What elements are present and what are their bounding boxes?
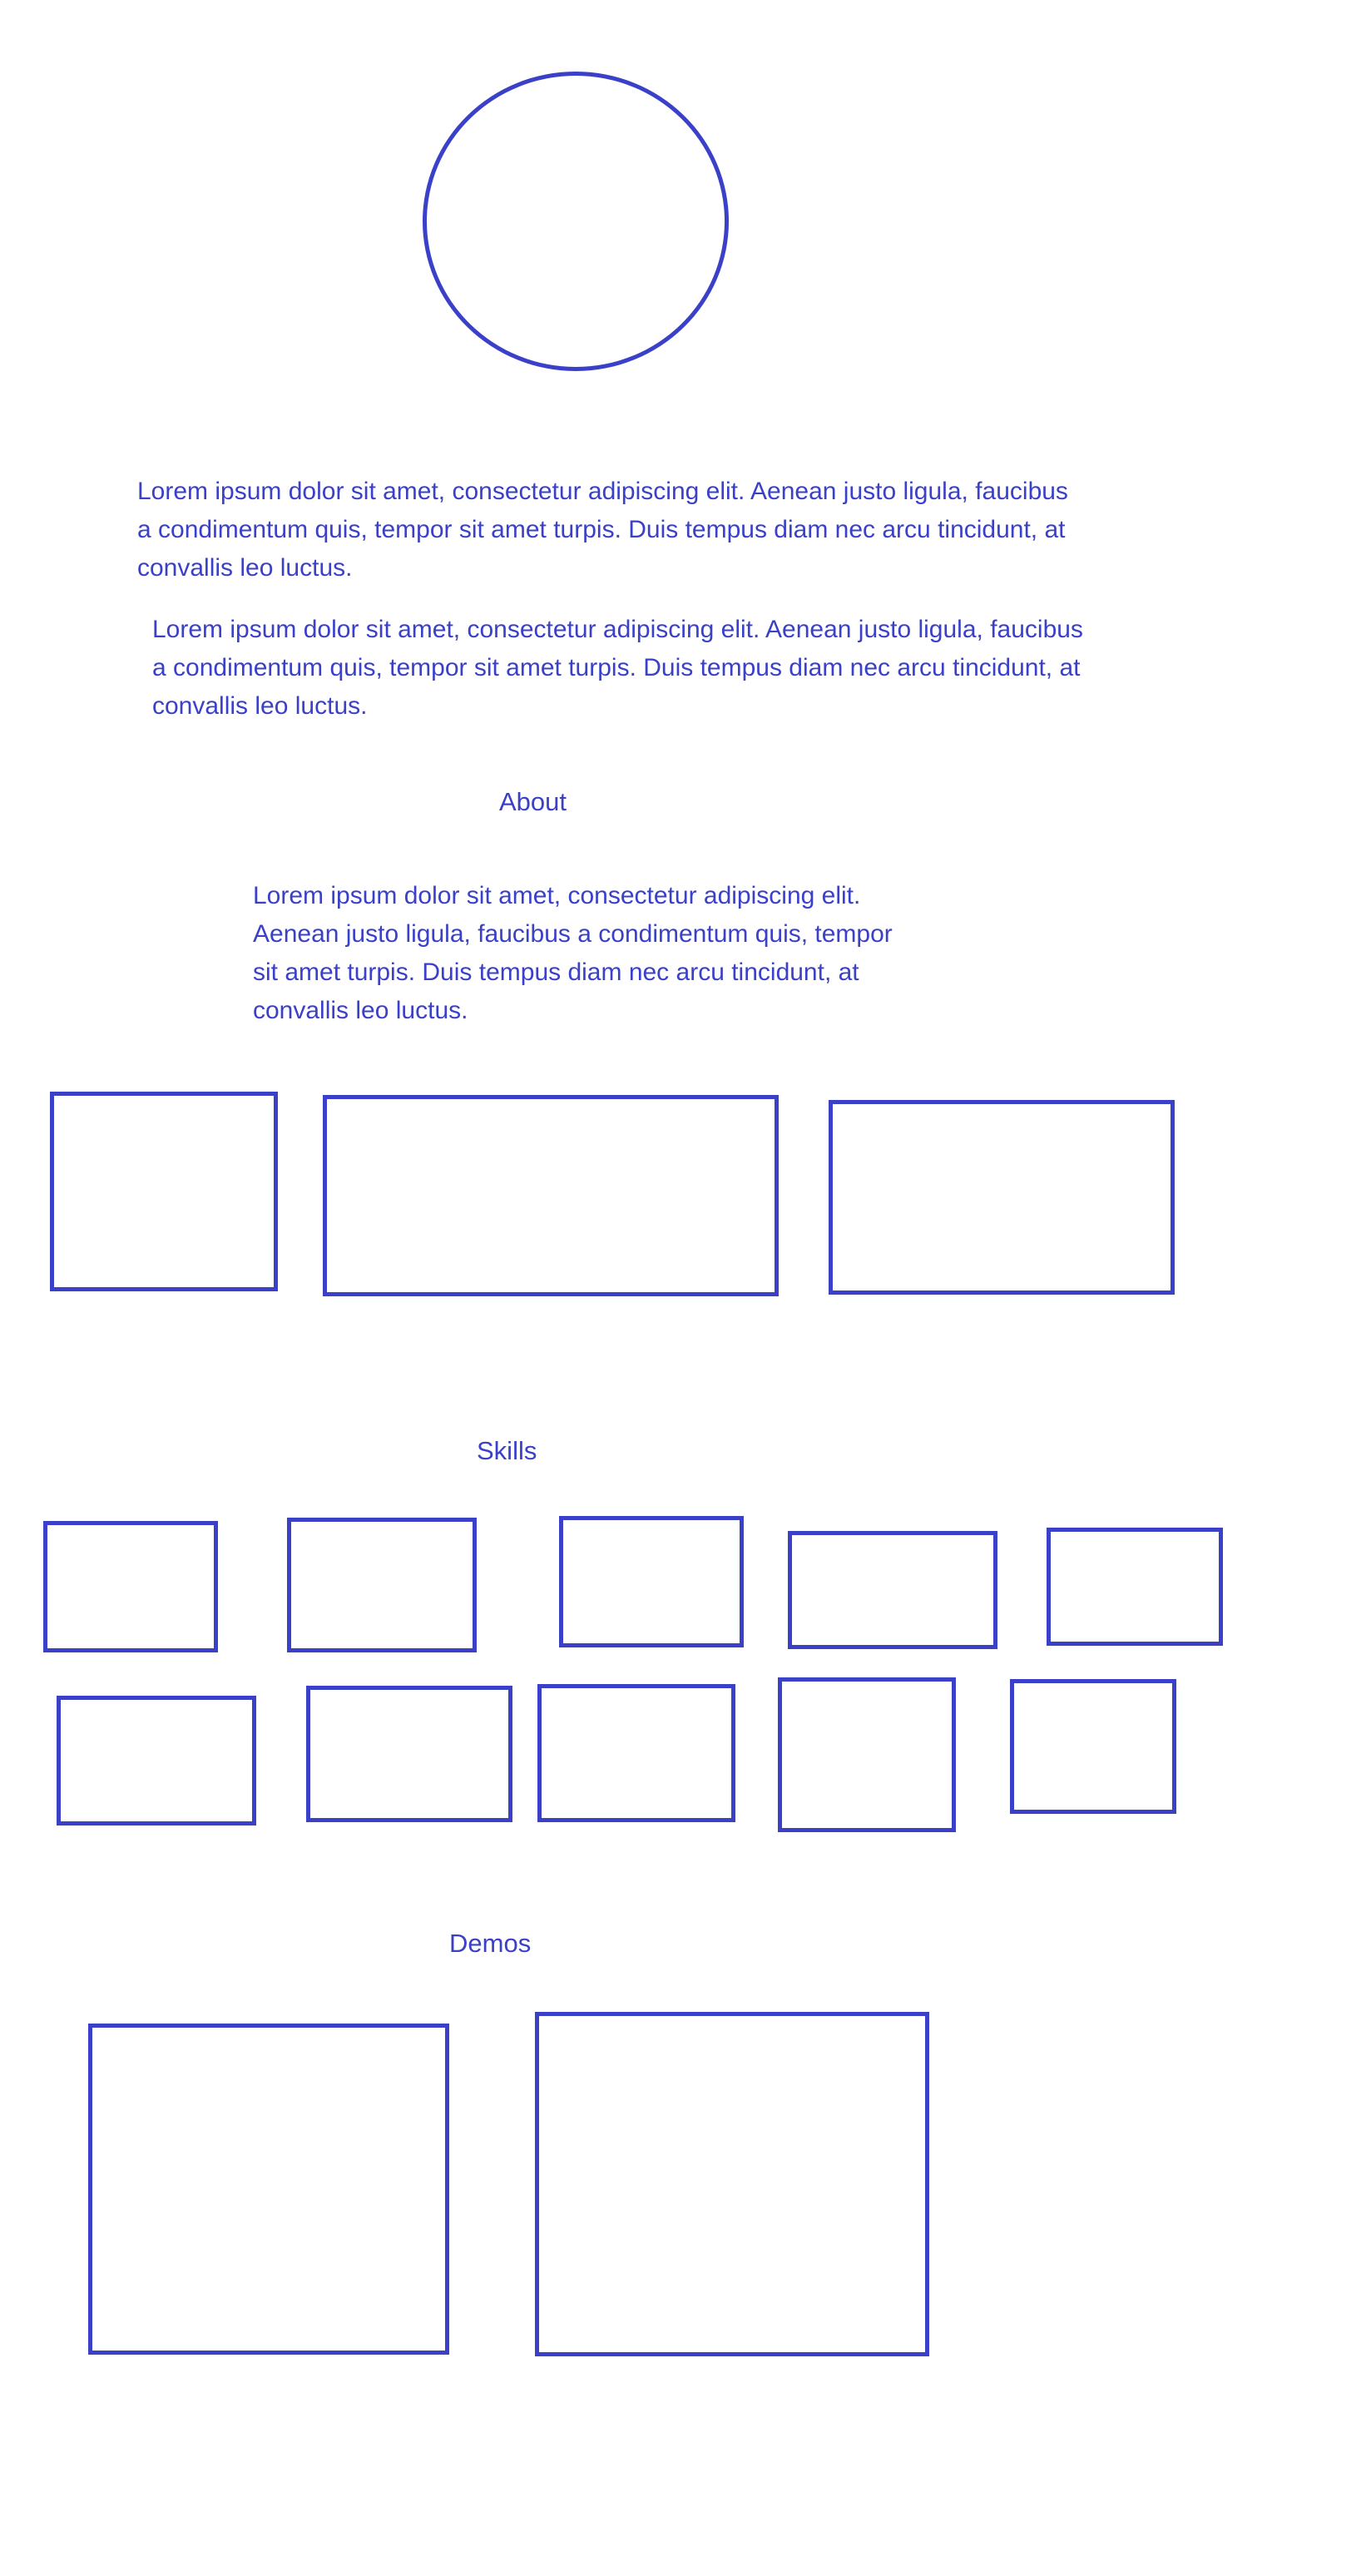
skill-tile-4 <box>788 1531 997 1649</box>
about-paragraph: Lorem ipsum dolor sit amet, consectetur … <box>253 882 893 1024</box>
about-image-placeholder-2 <box>323 1095 779 1296</box>
about-heading: About <box>499 787 567 816</box>
intro-paragraph-2: Lorem ipsum dolor sit amet, consectetur … <box>152 616 1083 720</box>
skill-tile-6 <box>57 1696 256 1825</box>
demos-heading: Demos <box>449 1929 532 1958</box>
skill-tile-5 <box>1047 1528 1223 1646</box>
about-image-placeholder-3 <box>829 1100 1175 1295</box>
demo-preview-2 <box>535 2012 929 2356</box>
intro-paragraph-1: Lorem ipsum dolor sit amet, consectetur … <box>137 478 1068 582</box>
about-image-placeholder-1 <box>50 1092 278 1291</box>
avatar-placeholder <box>423 72 729 371</box>
skill-tile-8 <box>537 1684 735 1822</box>
demo-preview-1 <box>88 2024 449 2355</box>
skills-heading: Skills <box>477 1436 537 1465</box>
skill-tile-2 <box>287 1518 477 1652</box>
skill-tile-1 <box>43 1521 218 1652</box>
skill-tile-10 <box>1010 1679 1176 1814</box>
skill-tile-7 <box>306 1686 512 1822</box>
skill-tile-9 <box>778 1677 956 1832</box>
skill-tile-3 <box>559 1516 744 1647</box>
